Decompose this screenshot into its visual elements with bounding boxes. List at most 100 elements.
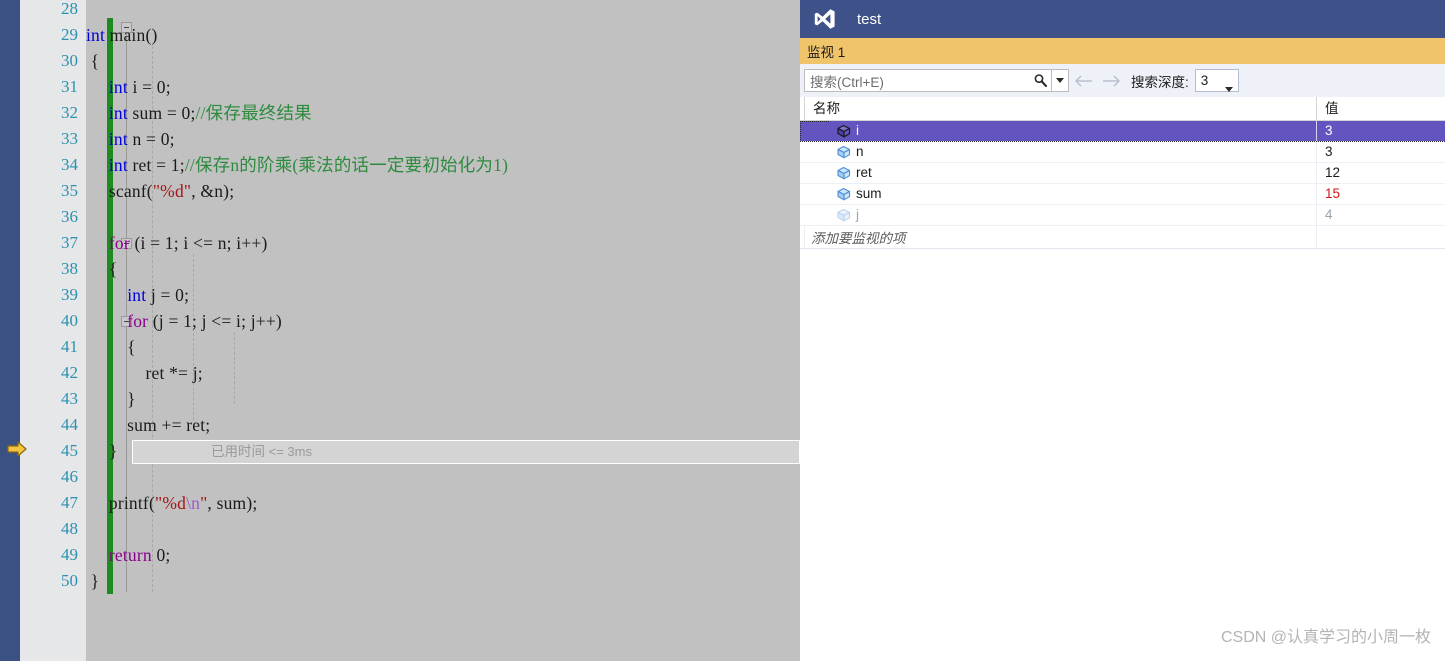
watch-row[interactable]: i3 — [800, 121, 1445, 142]
watch-toolbar: 搜索(Ctrl+E) 搜索深度: 3 — [800, 64, 1445, 97]
watch-row-name-cell[interactable]: sum — [804, 184, 1316, 204]
code-line[interactable]: { — [86, 334, 136, 360]
watch-row[interactable]: n3 — [800, 142, 1445, 163]
code-line[interactable]: printf("%d\n", sum); — [86, 490, 257, 516]
add-watch-name-cell[interactable]: 添加要监视的项 — [804, 226, 1316, 248]
search-input[interactable]: 搜索(Ctrl+E) — [804, 69, 1052, 92]
add-watch-placeholder: 添加要监视的项 — [811, 231, 906, 246]
code-line[interactable]: sum += ret; — [86, 412, 210, 438]
code-line[interactable]: int main() — [86, 22, 158, 48]
code-token-plain: i = 0; — [127, 77, 171, 97]
code-token-plain: 0; — [151, 545, 171, 565]
code-line[interactable]: int j = 0; — [86, 282, 189, 308]
code-token-plain: } — [86, 441, 118, 461]
code-line[interactable]: { — [86, 256, 117, 282]
search-options-dropdown-button[interactable] — [1052, 69, 1069, 92]
line-number: 44 — [61, 415, 78, 434]
visual-studio-logo-icon — [812, 6, 838, 32]
watch-row-name-cell[interactable]: i — [830, 121, 1316, 141]
execution-pointer-arrow-icon — [7, 440, 27, 458]
line-number: 31 — [61, 77, 78, 96]
variable-cube-icon — [834, 145, 851, 160]
code-line[interactable]: { — [86, 48, 99, 74]
code-token-plain: ret *= j; — [86, 363, 203, 383]
watch-row-value-cell[interactable]: 4 — [1316, 205, 1445, 225]
watch-variable-name: sum — [856, 186, 882, 201]
watch-row-value-cell[interactable]: 15 — [1316, 184, 1445, 204]
line-number: 30 — [61, 51, 78, 70]
code-editor-pane[interactable]: 28 29 30 31 32 33 34 35 36 37 38 39 40 41 42 43 44 45 46 47… — [0, 0, 800, 661]
chevron-down-icon — [1224, 79, 1233, 97]
watch-row-name-cell[interactable]: j — [804, 205, 1316, 225]
search-input-placeholder: 搜索(Ctrl+E) — [810, 74, 884, 90]
window-left-edge-strip — [0, 0, 20, 661]
watch-row[interactable]: sum 15 — [800, 184, 1445, 205]
search-depth-value: 3 — [1200, 73, 1209, 88]
code-line[interactable]: scanf("%d", &n); — [86, 178, 234, 204]
watch-variable-name: n — [856, 144, 864, 159]
code-token-plain: j = 0; — [146, 285, 190, 305]
line-number: 32 — [61, 103, 78, 122]
code-line[interactable]: return 0; — [86, 542, 170, 568]
code-line[interactable]: int sum = 0;//保存最终结果 — [86, 100, 312, 126]
code-token-plain: ret = 1; — [127, 155, 185, 175]
watch-row-value-cell[interactable]: 3 — [1316, 121, 1445, 141]
code-token-plain: sum = 0; — [127, 103, 196, 123]
search-prev-button[interactable] — [1069, 69, 1097, 92]
watch-grid-header: 名称 值 — [800, 97, 1445, 121]
watch-variable-value: 3 — [1325, 144, 1333, 159]
watch-row[interactable]: j4 — [800, 205, 1445, 226]
code-token-plain: n = 0; — [127, 129, 175, 149]
watch-row-name-cell[interactable]: ret — [804, 163, 1316, 183]
code-token-kw: int — [108, 77, 128, 97]
watch-grid-body[interactable]: i 3 n 3 ret 12 sum 15 j 4 添加要监视的项 — [800, 121, 1445, 249]
watch-row-value-cell[interactable]: 12 — [1316, 163, 1445, 183]
code-token-kwctl: return — [108, 545, 152, 565]
code-line[interactable]: } — [86, 386, 136, 412]
line-number: 49 — [61, 545, 78, 564]
window-title-text: test — [857, 10, 882, 28]
magnifier-icon[interactable] — [1029, 70, 1051, 91]
line-number: 50 — [61, 571, 78, 590]
code-token-plain: sum += ret; — [86, 415, 211, 435]
code-token-plain: } — [86, 389, 136, 409]
add-watch-value-cell[interactable] — [1316, 226, 1445, 248]
line-number: 38 — [61, 259, 78, 278]
watch-window-pane: test 监视 1 搜索(Ctrl+E) 搜索深度: 3 名称 值 i 3 n … — [800, 0, 1445, 661]
code-line[interactable]: for (i = 1; i <= n; i++) — [86, 230, 268, 256]
elapsed-time-value: <= 3ms — [268, 444, 312, 459]
watch-variable-name: i — [856, 123, 859, 138]
search-depth-select[interactable]: 3 — [1194, 69, 1239, 92]
watch-panel-header[interactable]: 监视 1 — [800, 38, 1445, 64]
window-title-bar[interactable]: test — [800, 0, 1445, 38]
code-line[interactable]: } — [86, 568, 99, 594]
watch-row-name-cell[interactable]: n — [804, 142, 1316, 162]
code-line[interactable]: int i = 0; — [86, 74, 171, 100]
code-line[interactable]: ret *= j; — [86, 360, 203, 386]
search-next-button[interactable] — [1097, 69, 1125, 92]
watch-row[interactable]: ret 12 — [800, 163, 1445, 184]
line-number: 46 — [61, 467, 78, 486]
column-header-name[interactable]: 名称 — [804, 97, 1316, 120]
code-line[interactable]: } — [86, 438, 117, 464]
code-line[interactable]: int ret = 1;//保存n的阶乘(乘法的话一定要初始化为1) — [86, 152, 508, 178]
elapsed-time-annotation: 已用时间 <= 3ms — [211, 443, 312, 461]
code-line[interactable]: for (j = 1; j <= i; j++) — [86, 308, 282, 334]
variable-cube-icon — [834, 124, 851, 139]
code-token-kw: int — [108, 155, 128, 175]
watch-variable-name: j — [856, 207, 859, 222]
watch-variable-value: 15 — [1325, 186, 1341, 201]
code-token-esc: \n — [186, 493, 201, 513]
line-number: 47 — [61, 493, 78, 512]
code-token-plain: , sum); — [207, 493, 258, 513]
code-line[interactable]: int n = 0; — [86, 126, 175, 152]
watch-row-value-cell[interactable]: 3 — [1316, 142, 1445, 162]
variable-cube-icon — [834, 187, 851, 202]
add-watch-row[interactable]: 添加要监视的项 — [800, 226, 1445, 249]
column-header-value[interactable]: 值 — [1316, 97, 1445, 120]
code-token-plain: { — [86, 259, 118, 279]
